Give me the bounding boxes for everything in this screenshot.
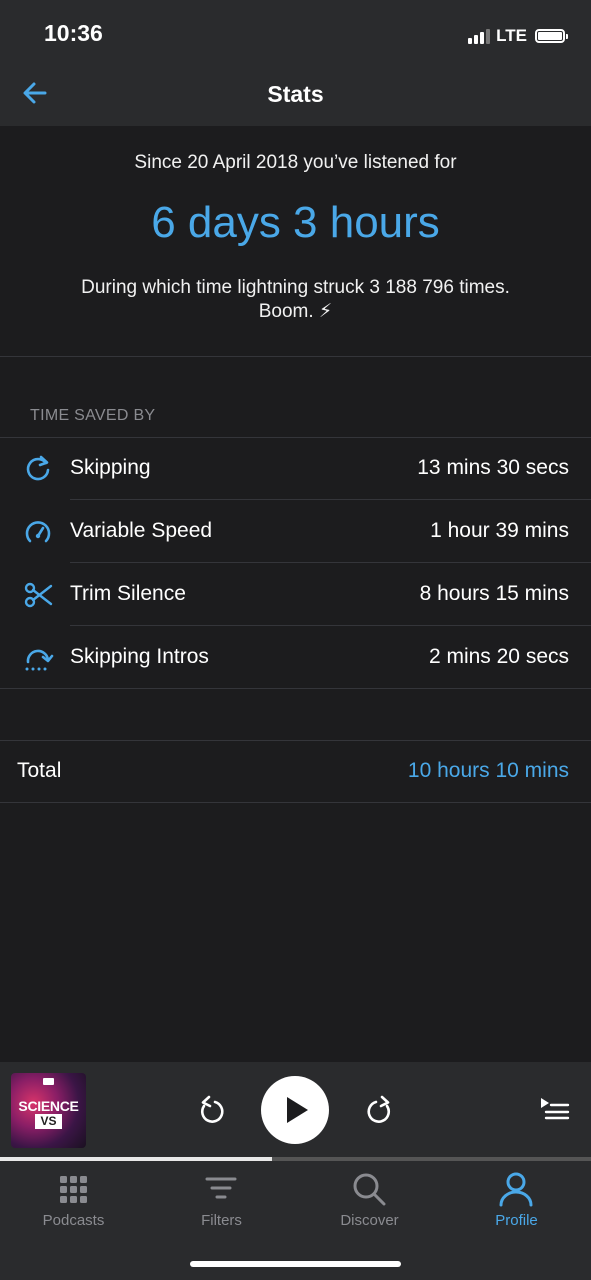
artwork-badge — [43, 1078, 54, 1085]
tab-filters[interactable]: Filters — [148, 1161, 295, 1241]
status-time: 10:36 — [44, 20, 103, 46]
skip-intro-icon — [25, 649, 54, 671]
speedometer-icon — [25, 521, 51, 543]
tab-profile[interactable]: Profile — [443, 1161, 590, 1241]
stat-row-variable-speed: Variable Speed 1 hour 39 mins — [0, 500, 591, 562]
skip-back-button[interactable] — [195, 1095, 225, 1127]
artwork-subtitle: VS — [35, 1114, 62, 1129]
tab-label: Filters — [201, 1212, 242, 1229]
network-label: LTE — [496, 26, 527, 45]
tab-podcasts[interactable]: Podcasts — [0, 1161, 147, 1241]
listening-summary: Since 20 April 2018 you’ve listened for … — [0, 126, 591, 356]
stat-row-skipping: Skipping 13 mins 30 secs — [0, 437, 591, 499]
total-row: Total 10 hours 10 mins — [0, 740, 591, 802]
lightning-line: During which time lightning struck 3 188… — [81, 277, 510, 298]
since-text: Since 20 April 2018 you’ve listened for — [134, 152, 457, 173]
divider — [0, 356, 591, 357]
stat-label: Skipping Intros — [70, 645, 209, 668]
boom-line: Boom. ⚡ — [258, 301, 333, 322]
tab-label: Profile — [495, 1212, 538, 1229]
divider — [0, 802, 591, 803]
stat-label: Trim Silence — [70, 582, 186, 605]
profile-icon — [499, 1172, 533, 1207]
play-button[interactable] — [261, 1076, 329, 1144]
stat-row-trim-silence: Trim Silence 8 hours 15 mins — [0, 563, 591, 625]
grid-icon — [60, 1176, 87, 1203]
signal-icon — [468, 28, 491, 44]
stat-label: Variable Speed — [70, 519, 213, 542]
section-header-time-saved: TIME SAVED BY — [30, 407, 156, 424]
tab-discover[interactable]: Discover — [296, 1161, 443, 1241]
lightning-text: During which time lightning struck 3 188… — [50, 276, 541, 324]
play-icon — [287, 1097, 308, 1123]
stat-value: 13 mins 30 secs — [417, 456, 569, 479]
tab-label: Discover — [340, 1212, 399, 1229]
search-icon — [353, 1173, 386, 1206]
divider — [0, 688, 591, 689]
total-label: Total — [17, 759, 62, 782]
filter-icon — [205, 1177, 237, 1199]
nav-bar: Stats — [0, 64, 591, 126]
stat-row-skipping-intros: Skipping Intros 2 mins 20 secs — [0, 626, 591, 688]
page-title: Stats — [267, 81, 324, 107]
status-bar: 10:36 LTE — [0, 0, 591, 64]
up-next-queue-button[interactable] — [538, 1096, 570, 1122]
podcast-artwork[interactable]: SCIENCE VS — [11, 1073, 86, 1148]
home-indicator — [190, 1261, 401, 1267]
tab-label: Podcasts — [42, 1212, 105, 1229]
stat-value: 2 mins 20 secs — [428, 645, 569, 668]
stat-value: 8 hours 15 mins — [419, 582, 569, 605]
status-indicators: LTE — [468, 24, 568, 48]
battery-icon — [535, 29, 568, 43]
mini-player[interactable]: SCIENCE VS — [0, 1062, 591, 1160]
skip-icon — [26, 455, 50, 481]
stat-label: Skipping — [70, 456, 151, 479]
scissors-icon — [24, 582, 53, 608]
listening-duration: 6 days 3 hours — [151, 198, 440, 247]
total-value: 10 hours 10 mins — [407, 759, 569, 782]
artwork-title: SCIENCE — [18, 1098, 79, 1114]
skip-forward-button[interactable] — [366, 1095, 396, 1127]
stat-value: 1 hour 39 mins — [430, 519, 569, 542]
